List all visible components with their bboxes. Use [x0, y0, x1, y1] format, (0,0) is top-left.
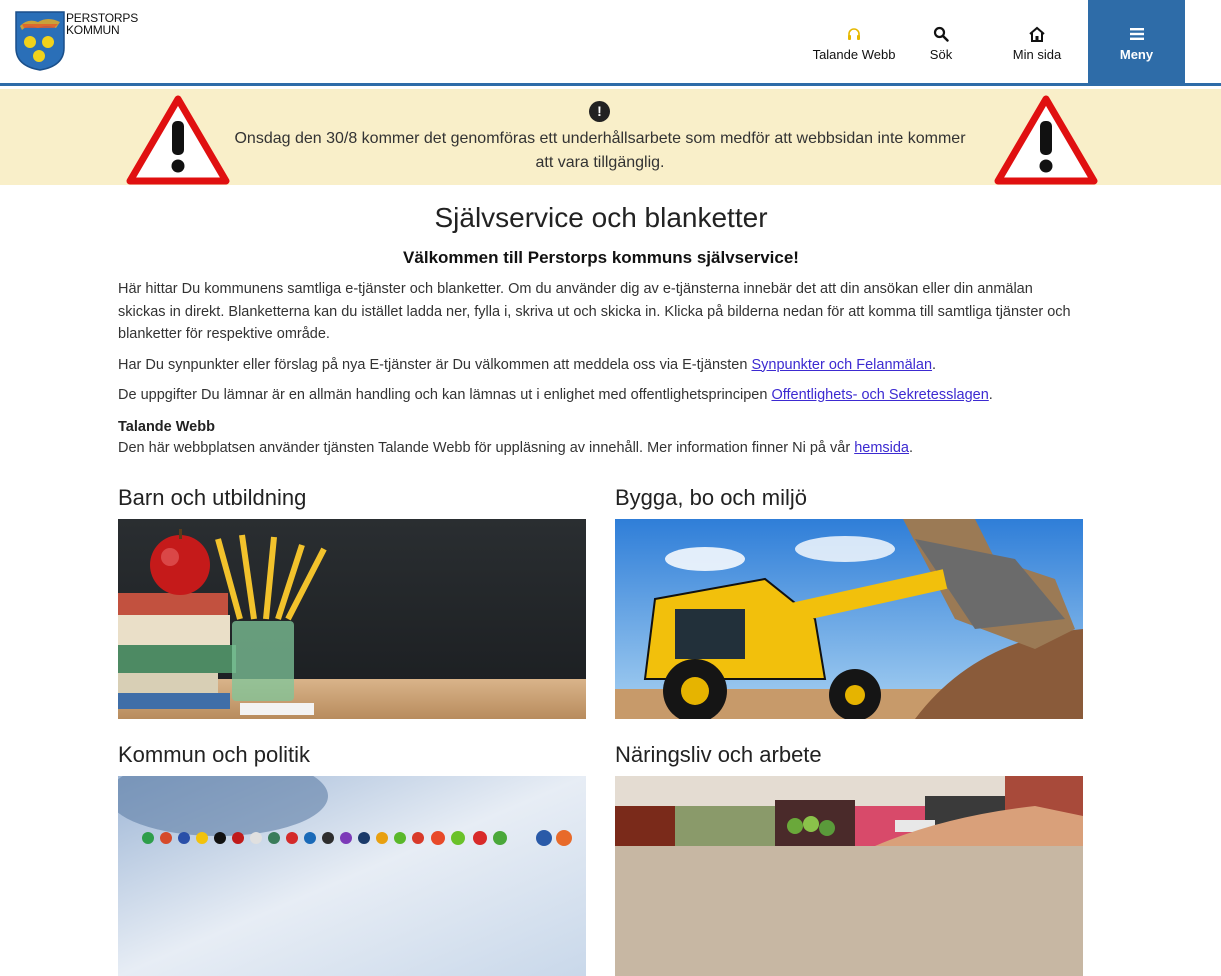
welcome-heading: Välkommen till Perstorps kommuns självse…	[403, 248, 799, 267]
category-title: Barn och utbildning	[118, 485, 307, 510]
feedback-link[interactable]: Synpunkter och Felanmälan	[751, 357, 932, 373]
talande-webb-label: Talande Webb	[812, 46, 896, 62]
talande-webb-paragraph: Den här webbplatsen använder tjänsten Ta…	[118, 437, 1084, 459]
market-image[interactable]	[615, 776, 1083, 976]
search-icon	[933, 25, 949, 43]
category-card-bygga[interactable]: Bygga, bo och miljö	[615, 483, 1083, 719]
category-title: Näringsliv och arbete	[615, 742, 822, 767]
headphones-icon	[847, 25, 861, 43]
min-sida-label: Min sida	[1012, 46, 1062, 62]
site-header: PERSTORPS KOMMUN Talande Webb Sök Min si…	[0, 0, 1221, 86]
search-button[interactable]: Sök	[912, 0, 970, 86]
school-image[interactable]	[118, 519, 586, 719]
public-record-paragraph: De uppgifter Du lämnar är en allmän hand…	[118, 384, 1084, 407]
talande-webb-heading: Talande Webb	[118, 418, 215, 435]
home-icon	[1028, 25, 1046, 43]
public-record-text: De uppgifter Du lämnar är en allmän hand…	[118, 387, 772, 403]
talande-webb-suffix: .	[909, 439, 914, 456]
menu-button[interactable]: Meny	[1088, 0, 1185, 86]
homepage-link[interactable]: hemsida	[854, 440, 909, 456]
talande-webb-button[interactable]: Talande Webb	[806, 0, 902, 86]
secrecy-law-link[interactable]: Offentlighets- och Sekretesslagen	[771, 387, 988, 403]
public-record-suffix: .	[988, 387, 993, 403]
warning-triangle-icon	[994, 95, 1098, 185]
category-card-barn[interactable]: Barn och utbildning	[118, 483, 586, 719]
category-card-naringsliv[interactable]: Näringsliv och arbete	[615, 740, 1083, 976]
logo-line-2: KOMMUN	[66, 23, 120, 37]
category-card-kommun[interactable]: Kommun och politik	[118, 740, 586, 976]
excavator-image[interactable]	[615, 519, 1083, 719]
perstorp-logo-link[interactable]: PERSTORPS KOMMUN	[14, 10, 144, 72]
talande-webb-text: Den här webbplatsen använder tjänsten Ta…	[118, 439, 855, 456]
feedback-suffix: .	[932, 356, 937, 373]
main-content: Självservice och blanketter Välkommen ti…	[118, 198, 1084, 459]
hamburger-icon	[1129, 25, 1144, 43]
min-sida-button[interactable]: Min sida	[996, 0, 1078, 86]
intro-paragraph: Här hittar Du kommunens samtliga e-tjäns…	[118, 281, 1071, 342]
feedback-paragraph: Har Du synpunkter eller förslag på nya E…	[118, 354, 1084, 377]
search-label: Sök	[929, 46, 953, 62]
category-title: Kommun och politik	[118, 742, 310, 767]
page-title: Självservice och blanketter	[434, 202, 768, 233]
coat-of-arms-icon	[15, 11, 65, 71]
alert-message: Onsdag den 30/8 kommer det genomföras et…	[234, 130, 966, 171]
menu-label: Meny	[1119, 46, 1154, 62]
feedback-text: Har Du synpunkter eller förslag på nya E…	[118, 356, 752, 373]
logo-wordmark: PERSTORPS KOMMUN	[66, 12, 138, 36]
maintenance-alert: ! Onsdag den 30/8 kommer det genomföras …	[0, 89, 1221, 185]
category-title: Bygga, bo och miljö	[615, 485, 807, 510]
exclamation-icon: !	[589, 101, 610, 122]
politics-image[interactable]	[118, 776, 586, 976]
warning-triangle-icon	[126, 95, 230, 185]
